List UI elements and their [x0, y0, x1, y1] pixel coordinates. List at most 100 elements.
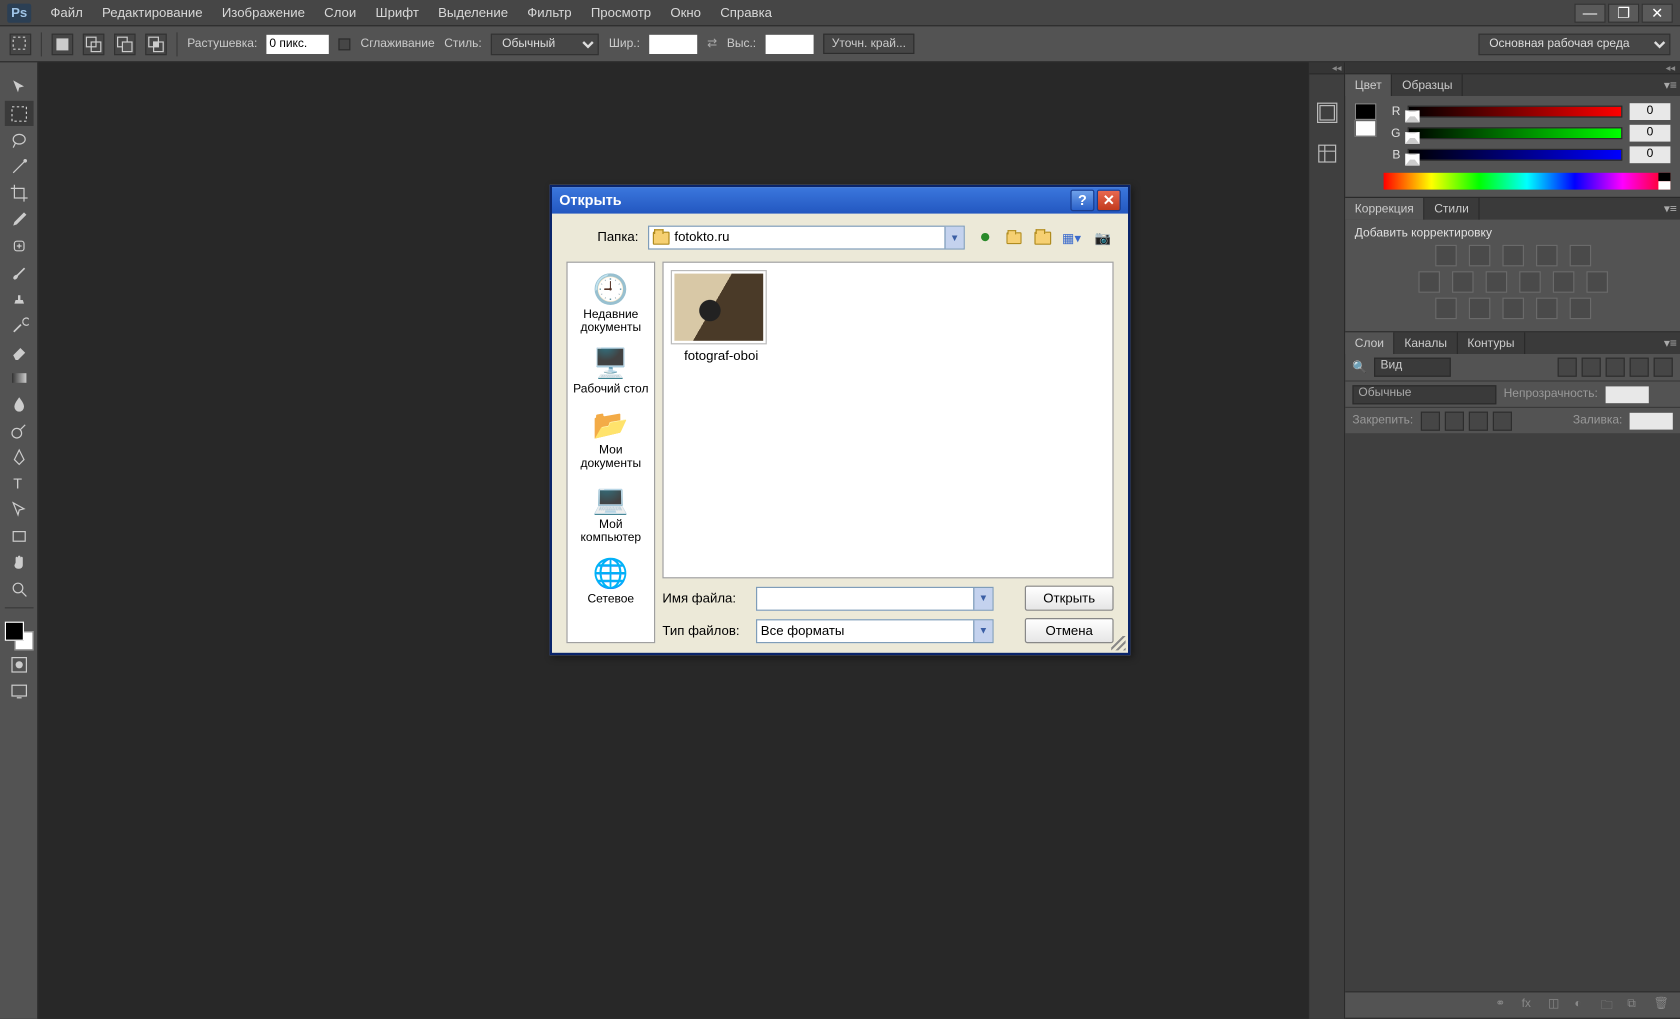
place-mydocs[interactable]: 📂 Мои документы [568, 403, 654, 473]
place-recent[interactable]: 🕘 Недавние документы [568, 268, 654, 338]
exposure-icon[interactable] [1535, 245, 1557, 267]
filter-type-icon[interactable] [1606, 358, 1625, 377]
selective-color-icon[interactable] [1569, 298, 1591, 320]
folder-dropdown-icon[interactable]: ▼ [944, 227, 963, 249]
strip-collapse-handle[interactable]: ◂◂ [1309, 62, 1344, 74]
selection-new-icon[interactable] [52, 33, 74, 55]
gradient-tool-icon[interactable] [4, 365, 33, 390]
place-network[interactable]: 🌐 Сетевое [568, 552, 654, 608]
dialog-help-button[interactable]: ? [1070, 190, 1094, 212]
foreground-chip[interactable] [1355, 103, 1377, 120]
history-brush-tool-icon[interactable] [4, 312, 33, 337]
antialias-checkbox[interactable] [339, 38, 351, 50]
layers-panel-menu-icon[interactable]: ▾≡ [1661, 332, 1680, 354]
b-slider[interactable] [1408, 149, 1623, 161]
rectangle-tool-icon[interactable] [4, 523, 33, 548]
height-input[interactable] [766, 34, 814, 53]
dodge-tool-icon[interactable] [4, 418, 33, 443]
tab-adjustments[interactable]: Коррекция [1345, 198, 1424, 220]
lock-all-icon[interactable] [1492, 411, 1511, 430]
g-slider[interactable] [1408, 127, 1623, 139]
tab-styles[interactable]: Стили [1425, 198, 1480, 220]
menu-help[interactable]: Справка [711, 5, 782, 19]
lock-position-icon[interactable] [1468, 411, 1487, 430]
filetype-select[interactable]: Все форматы ▼ [756, 619, 994, 643]
b-value[interactable]: 0 [1630, 146, 1671, 163]
photo-filter-icon[interactable] [1519, 271, 1541, 293]
menu-image[interactable]: Изображение [212, 5, 314, 19]
menu-select[interactable]: Выделение [429, 5, 518, 19]
lock-transparency-icon[interactable] [1420, 411, 1439, 430]
filter-adjust-icon[interactable] [1582, 358, 1601, 377]
file-item[interactable]: fotograf-oboi [671, 270, 772, 364]
hand-tool-icon[interactable] [4, 550, 33, 575]
posterize-icon[interactable] [1468, 298, 1490, 320]
recent-folder-icon[interactable] [1032, 227, 1054, 249]
window-maximize-button[interactable]: ❐ [1608, 3, 1639, 22]
tab-swatches[interactable]: Образцы [1393, 74, 1464, 96]
menu-filter[interactable]: Фильтр [518, 5, 582, 19]
dialog-close-button[interactable]: ✕ [1097, 190, 1121, 212]
background-chip[interactable] [1355, 120, 1377, 137]
swap-wh-icon[interactable]: ⇄ [707, 37, 717, 50]
screen-mode-icon[interactable] [4, 678, 33, 703]
brightness-contrast-icon[interactable] [1435, 245, 1457, 267]
menu-file[interactable]: Файл [41, 5, 93, 19]
color-swatches[interactable] [4, 622, 33, 651]
panels-collapse-handle[interactable]: ◂◂ [1345, 62, 1680, 74]
width-input[interactable] [650, 34, 698, 53]
menu-type[interactable]: Шрифт [366, 5, 429, 19]
healing-brush-tool-icon[interactable] [4, 233, 33, 258]
cancel-button[interactable]: Отмена [1025, 618, 1114, 643]
r-value[interactable]: 0 [1630, 103, 1671, 120]
zoom-tool-icon[interactable] [4, 576, 33, 601]
menu-layers[interactable]: Слои [315, 5, 366, 19]
filetype-dropdown-icon[interactable]: ▼ [973, 620, 992, 642]
clone-stamp-tool-icon[interactable] [4, 286, 33, 311]
threshold-icon[interactable] [1502, 298, 1524, 320]
resize-grip[interactable] [1111, 636, 1125, 650]
filter-shape-icon[interactable] [1630, 358, 1649, 377]
color-lookup-icon[interactable] [1586, 271, 1608, 293]
selection-add-icon[interactable] [83, 33, 105, 55]
window-minimize-button[interactable]: — [1574, 3, 1605, 22]
open-button[interactable]: Открыть [1025, 586, 1114, 611]
tab-channels[interactable]: Каналы [1395, 332, 1458, 354]
delete-layer-icon[interactable]: 🗑 [1654, 997, 1671, 1014]
layer-list[interactable] [1345, 433, 1680, 991]
history-panel-icon[interactable] [1315, 101, 1339, 125]
layer-style-icon[interactable]: fx [1522, 997, 1539, 1014]
new-layer-icon[interactable]: ⧉ [1627, 997, 1644, 1014]
eraser-tool-icon[interactable] [4, 338, 33, 363]
place-computer[interactable]: 💻 Мой компьютер [568, 478, 654, 548]
lasso-tool-icon[interactable] [4, 127, 33, 152]
r-slider[interactable] [1408, 106, 1623, 118]
layer-filter-kind[interactable]: Вид [1375, 358, 1452, 377]
path-selection-tool-icon[interactable] [4, 497, 33, 522]
move-tool-icon[interactable] [4, 74, 33, 99]
bridge-icon[interactable]: 📷 [1092, 227, 1114, 249]
selection-intersect-icon[interactable] [145, 33, 167, 55]
levels-icon[interactable] [1468, 245, 1490, 267]
tab-layers[interactable]: Слои [1345, 332, 1395, 354]
type-tool-icon[interactable]: T [4, 470, 33, 495]
layer-mask-icon[interactable]: ◫ [1548, 997, 1565, 1014]
brush-tool-icon[interactable] [4, 259, 33, 284]
magic-wand-tool-icon[interactable] [4, 154, 33, 179]
spectrum-ramp[interactable] [1384, 173, 1671, 190]
blend-mode-select[interactable]: Обычные [1352, 385, 1496, 404]
tool-preset-button[interactable] [10, 33, 32, 55]
crop-tool-icon[interactable] [4, 180, 33, 205]
link-layers-icon[interactable]: ⚭ [1495, 997, 1512, 1014]
quick-mask-icon[interactable] [4, 652, 33, 677]
menu-window[interactable]: Окно [661, 5, 711, 19]
dialog-titlebar[interactable]: Открыть ? ✕ [552, 187, 1128, 213]
view-menu-icon[interactable]: ▦▾ [1061, 227, 1083, 249]
hue-sat-icon[interactable] [1418, 271, 1440, 293]
gradient-map-icon[interactable] [1535, 298, 1557, 320]
eyedropper-tool-icon[interactable] [4, 206, 33, 231]
folder-select[interactable]: fotokto.ru ▼ [648, 226, 965, 250]
new-fill-layer-icon[interactable]: ◐ [1574, 997, 1591, 1014]
go-up-icon[interactable]: ● [974, 227, 996, 249]
opacity-input[interactable] [1605, 386, 1648, 403]
